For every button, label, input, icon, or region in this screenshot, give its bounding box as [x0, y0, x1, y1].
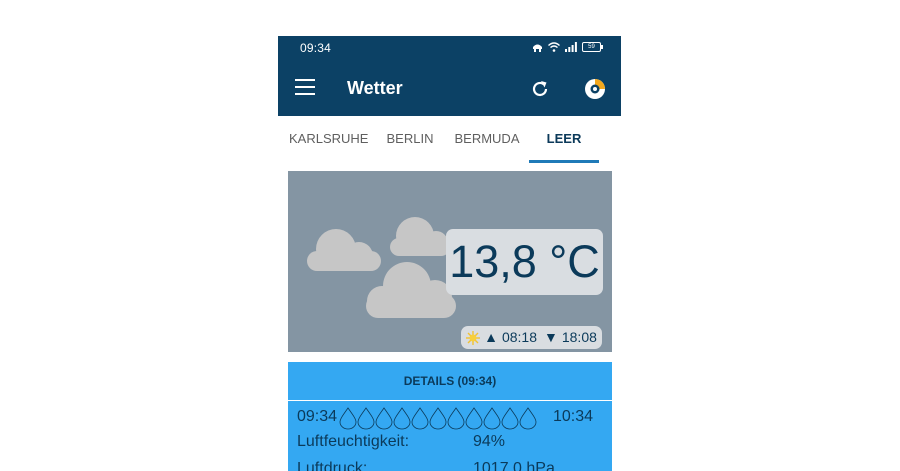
sunrise-time: 08:18: [501, 329, 537, 345]
pressure-label: Luftdruck:: [297, 460, 368, 471]
menu-icon[interactable]: [295, 79, 315, 95]
status-time: 09:34: [300, 41, 332, 55]
phone-screen: 09:34 59 Wetter KARLSRUHE BERLIN BERMUDA…: [278, 36, 621, 471]
sunset-icon: ▼: [544, 329, 558, 345]
tab-indicator: [529, 160, 599, 163]
humidity-value: 94%: [473, 433, 506, 450]
weather-card: 13,8 °C ▲ 08:18 ▼ 18:08: [288, 171, 612, 352]
sunset-time: 18:08: [561, 329, 597, 345]
theme-icon[interactable]: [583, 77, 607, 101]
city-tabs: KARLSRUHE BERLIN BERMUDA LEER: [278, 116, 621, 164]
signal-icon: [565, 42, 577, 52]
tab-leer[interactable]: LEER: [533, 116, 595, 161]
raindrop-icons: [339, 407, 537, 430]
precipitation-row: 09:34 10:34: [297, 406, 607, 430]
refresh-icon[interactable]: [530, 79, 550, 99]
details-header[interactable]: DETAILS (09:34): [288, 362, 612, 400]
tab-karlsruhe[interactable]: KARLSRUHE: [289, 116, 368, 161]
forecast-time-start: 09:34: [297, 408, 338, 425]
tab-berlin[interactable]: BERLIN: [382, 116, 438, 161]
status-bar: 09:34 59: [278, 36, 621, 61]
tab-bermuda[interactable]: BERMUDA: [453, 116, 521, 161]
status-icons: 59: [532, 42, 603, 52]
sun-icon: [466, 330, 481, 345]
temperature-display: 13,8 °C: [446, 229, 603, 295]
battery-icon: 59: [582, 42, 603, 52]
wifi-icon: [548, 42, 560, 52]
forecast-time-end: 10:34: [552, 408, 593, 425]
app-title: Wetter: [347, 78, 403, 98]
pressure-value: 1017,0 hPa: [473, 460, 555, 471]
details-panel: 09:34 10:34 Luftfeuchtigkeit: 94% Luftdr…: [288, 401, 612, 471]
app-bar: Wetter: [278, 61, 621, 116]
sunrise-icon: ▲: [484, 329, 498, 345]
sun-times: ▲ 08:18 ▼ 18:08: [461, 326, 602, 349]
humidity-label: Luftfeuchtigkeit:: [297, 433, 410, 450]
notification-icon: [533, 44, 542, 52]
